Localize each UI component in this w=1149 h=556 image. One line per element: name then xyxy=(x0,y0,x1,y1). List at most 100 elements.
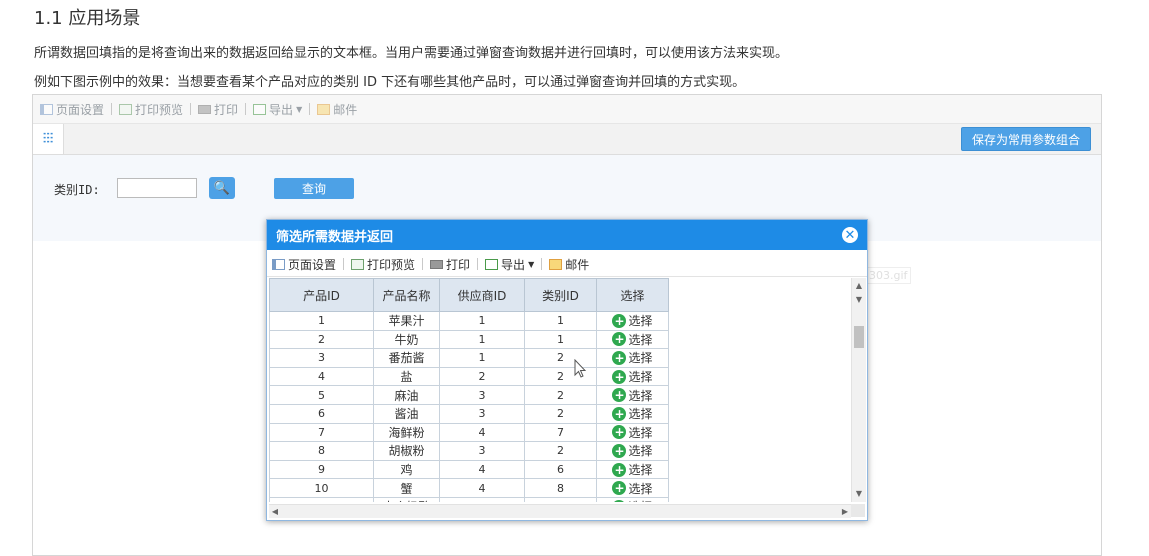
category-id-cell: 2 xyxy=(524,441,597,461)
mail-button[interactable]: 邮件 xyxy=(314,101,360,118)
table-row: 10 蟹 4 8 + 选择 xyxy=(269,478,669,498)
open-picker-button[interactable]: 🔍 xyxy=(209,177,235,199)
search-icon: 🔍 xyxy=(213,180,231,196)
scroll-left-icon[interactable]: ◀ xyxy=(269,505,281,518)
sliders-icon: ⫶⫶⫶ xyxy=(42,131,54,147)
query-button[interactable]: 查询 xyxy=(274,178,354,199)
page-setup-label: 页面设置 xyxy=(56,102,105,117)
product-name-cell: 酱油 xyxy=(373,403,440,424)
horizontal-scrollbar[interactable]: ◀ ▶ xyxy=(269,504,851,518)
export-button[interactable]: 导出 ▼ xyxy=(250,101,305,118)
dialog-page-setup-button[interactable]: 页面设置 xyxy=(269,256,339,273)
column-header: 产品ID xyxy=(269,278,374,312)
scrollbar-corner xyxy=(851,504,865,517)
category-id-input[interactable] xyxy=(117,178,197,198)
close-icon[interactable]: ✕ xyxy=(842,227,858,243)
export-icon xyxy=(253,103,267,115)
print-button[interactable]: 打印 xyxy=(195,101,241,118)
select-row-button[interactable]: +选择 xyxy=(612,368,653,385)
export-label: 导出 xyxy=(269,102,294,117)
dialog-print-preview-button[interactable]: 打印预览 xyxy=(348,256,418,273)
product-id-cell: 2 xyxy=(269,329,374,350)
supplier-id-cell: 3 xyxy=(439,403,525,424)
product-id-cell: 5 xyxy=(269,385,374,405)
report-toolbar: 页面设置 打印预览 打印 导出 ▼ 邮件 xyxy=(33,95,1101,124)
select-row-button[interactable]: +选择 xyxy=(612,498,653,502)
select-row-button[interactable]: +选择 xyxy=(612,349,653,366)
vertical-scrollbar[interactable]: ▲ ▼ ▼ xyxy=(851,278,866,502)
category-id-cell: 1 xyxy=(524,311,597,331)
dialog-export-button[interactable]: 导出 ▼ xyxy=(482,256,537,273)
category-id-cell: 2 xyxy=(524,385,597,405)
plus-circle-icon: + xyxy=(612,406,627,421)
dialog-toolbar: 页面设置 打印预览 打印 导出 ▼ 邮件 xyxy=(267,252,867,277)
example-paragraph: 例如下图示例中的效果：当想要查看某个产品对应的类别 ID 下还有哪些其他产品时，… xyxy=(34,75,746,90)
scroll-down-small-icon[interactable]: ▼ xyxy=(852,294,866,306)
plus-circle-icon: + xyxy=(612,462,627,477)
export-icon xyxy=(485,258,499,270)
scrollbar-thumb[interactable] xyxy=(854,326,864,348)
dialog-print-button[interactable]: 打印 xyxy=(427,256,473,273)
column-header: 产品名称 xyxy=(373,278,440,312)
table-row: 8 胡椒粉 3 2 + 选择 xyxy=(269,441,669,461)
table-row: 11大众奶酪54 +选择 xyxy=(269,496,669,502)
select-cell: +选择 xyxy=(596,478,669,498)
table-row: 9 鸡 4 6 + 选择 xyxy=(269,459,669,480)
mail-label: 邮件 xyxy=(565,257,590,272)
supplier-id-cell: 3 xyxy=(439,385,525,405)
scroll-down-icon[interactable]: ▼ xyxy=(852,488,866,500)
select-row-button[interactable]: +选择 xyxy=(612,424,653,441)
mail-icon xyxy=(549,258,563,270)
save-params-button[interactable]: 保存为常用参数组合 xyxy=(960,127,1091,151)
scroll-right-icon[interactable]: ▶ xyxy=(839,505,851,518)
select-cell: +选择 xyxy=(596,441,669,461)
plus-circle-icon: + xyxy=(612,369,627,384)
toolbar-divider xyxy=(477,258,479,270)
select-data-dialog: 筛选所需数据并返回 ✕ 页面设置 打印预览 打印 导出 ▼ 邮件 产品ID 产品名… xyxy=(266,219,868,521)
printer-icon xyxy=(430,259,444,269)
mail-label: 邮件 xyxy=(333,102,358,117)
supplier-id-cell: 4 xyxy=(439,459,525,480)
scroll-up-icon[interactable]: ▲ xyxy=(852,280,866,292)
parameter-toggle-button[interactable]: ⫶⫶⫶ xyxy=(33,124,64,154)
select-label: 选择 xyxy=(628,481,653,496)
select-cell: +选择 xyxy=(596,422,669,443)
supplier-id-cell: 4 xyxy=(439,478,525,498)
select-row-button[interactable]: +选择 xyxy=(612,480,653,497)
supplier-id-cell: 5 xyxy=(439,496,525,502)
select-row-button[interactable]: +选择 xyxy=(612,405,653,422)
select-row-button[interactable]: +选择 xyxy=(612,442,653,459)
category-id-cell: 1 xyxy=(524,329,597,350)
select-cell: +选择 xyxy=(596,385,669,405)
table-row: 7 海鲜粉 4 7 + 选择 xyxy=(269,422,669,443)
select-row-button[interactable]: +选择 xyxy=(612,461,653,478)
select-cell: +选择 xyxy=(596,496,669,502)
dialog-title-bar: 筛选所需数据并返回 ✕ xyxy=(267,220,867,250)
select-row-button[interactable]: +选择 xyxy=(612,331,653,348)
toolbar-divider xyxy=(190,103,192,115)
product-name-cell: 番茄酱 xyxy=(373,348,440,368)
product-name-cell: 胡椒粉 xyxy=(373,441,440,461)
page-setup-button[interactable]: 页面设置 xyxy=(37,101,107,118)
dialog-mail-button[interactable]: 邮件 xyxy=(546,256,592,273)
column-header: 选择 xyxy=(596,278,669,312)
print-preview-icon xyxy=(351,258,365,270)
toolbar-divider xyxy=(541,258,543,270)
select-label: 选择 xyxy=(628,407,653,422)
plus-circle-icon: + xyxy=(612,425,627,440)
mouse-cursor-icon xyxy=(574,359,587,378)
supplier-id-cell: 1 xyxy=(439,311,525,331)
select-row-button[interactable]: +选择 xyxy=(612,387,653,404)
select-label: 选择 xyxy=(628,498,652,502)
supplier-id-cell: 2 xyxy=(439,366,525,387)
column-header: 供应商ID xyxy=(439,278,525,312)
section-heading: 1.1 应用场景 xyxy=(34,8,141,29)
product-name-cell: 牛奶 xyxy=(373,329,440,350)
product-id-cell: 9 xyxy=(269,459,374,480)
select-row-button[interactable]: +选择 xyxy=(612,312,653,329)
print-preview-button[interactable]: 打印预览 xyxy=(116,101,186,118)
select-label: 选择 xyxy=(628,351,653,366)
select-cell: +选择 xyxy=(596,329,669,350)
table-row: 3 番茄酱 1 2 + 选择 xyxy=(269,348,669,368)
product-id-cell: 3 xyxy=(269,348,374,368)
